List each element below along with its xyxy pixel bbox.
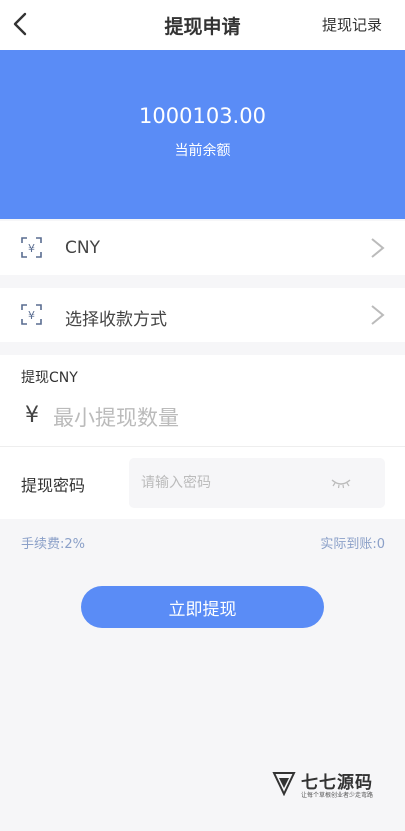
- balance-banner: 1000103.00 当前余额: [0, 50, 405, 219]
- watermark: 七七源码 让每个草根创业者少走弯路: [271, 768, 381, 802]
- received-amount-text: 实际到账:0: [320, 537, 385, 552]
- amount-input[interactable]: [53, 403, 353, 433]
- currency-label: CNY: [65, 238, 100, 258]
- divider: [0, 446, 405, 447]
- withdraw-record-link[interactable]: 提现记录: [322, 14, 382, 35]
- svg-text:¥: ¥: [28, 242, 35, 255]
- eye-closed-icon[interactable]: [330, 477, 352, 489]
- password-label: 提现密码: [21, 476, 86, 495]
- payment-method-row[interactable]: ¥ 选择收款方式: [0, 288, 405, 342]
- password-input[interactable]: [141, 472, 321, 494]
- scan-yen-icon: ¥: [21, 237, 42, 258]
- currency-symbol: ¥: [25, 403, 39, 428]
- svg-text:¥: ¥: [28, 309, 35, 322]
- balance-amount: 1000103.00: [139, 104, 266, 128]
- scan-yen-icon: ¥: [21, 304, 42, 325]
- top-nav-bar: 提现申请 提现记录: [0, 0, 405, 50]
- password-field-box: [129, 458, 385, 508]
- withdraw-submit-button[interactable]: 立即提现: [81, 586, 324, 628]
- balance-label: 当前余额: [174, 143, 231, 159]
- logo-icon: [272, 772, 296, 796]
- amount-label: 提现CNY: [21, 370, 78, 386]
- payment-method-label: 选择收款方式: [65, 310, 167, 330]
- fee-text: 手续费:2%: [21, 537, 86, 552]
- chevron-right-icon: [371, 238, 385, 258]
- withdraw-form: 提现CNY ¥ 提现密码: [0, 355, 405, 519]
- currency-select-row[interactable]: ¥ CNY: [0, 221, 405, 275]
- chevron-right-icon: [371, 305, 385, 325]
- watermark-slogan: 让每个草根创业者少走弯路: [301, 792, 374, 799]
